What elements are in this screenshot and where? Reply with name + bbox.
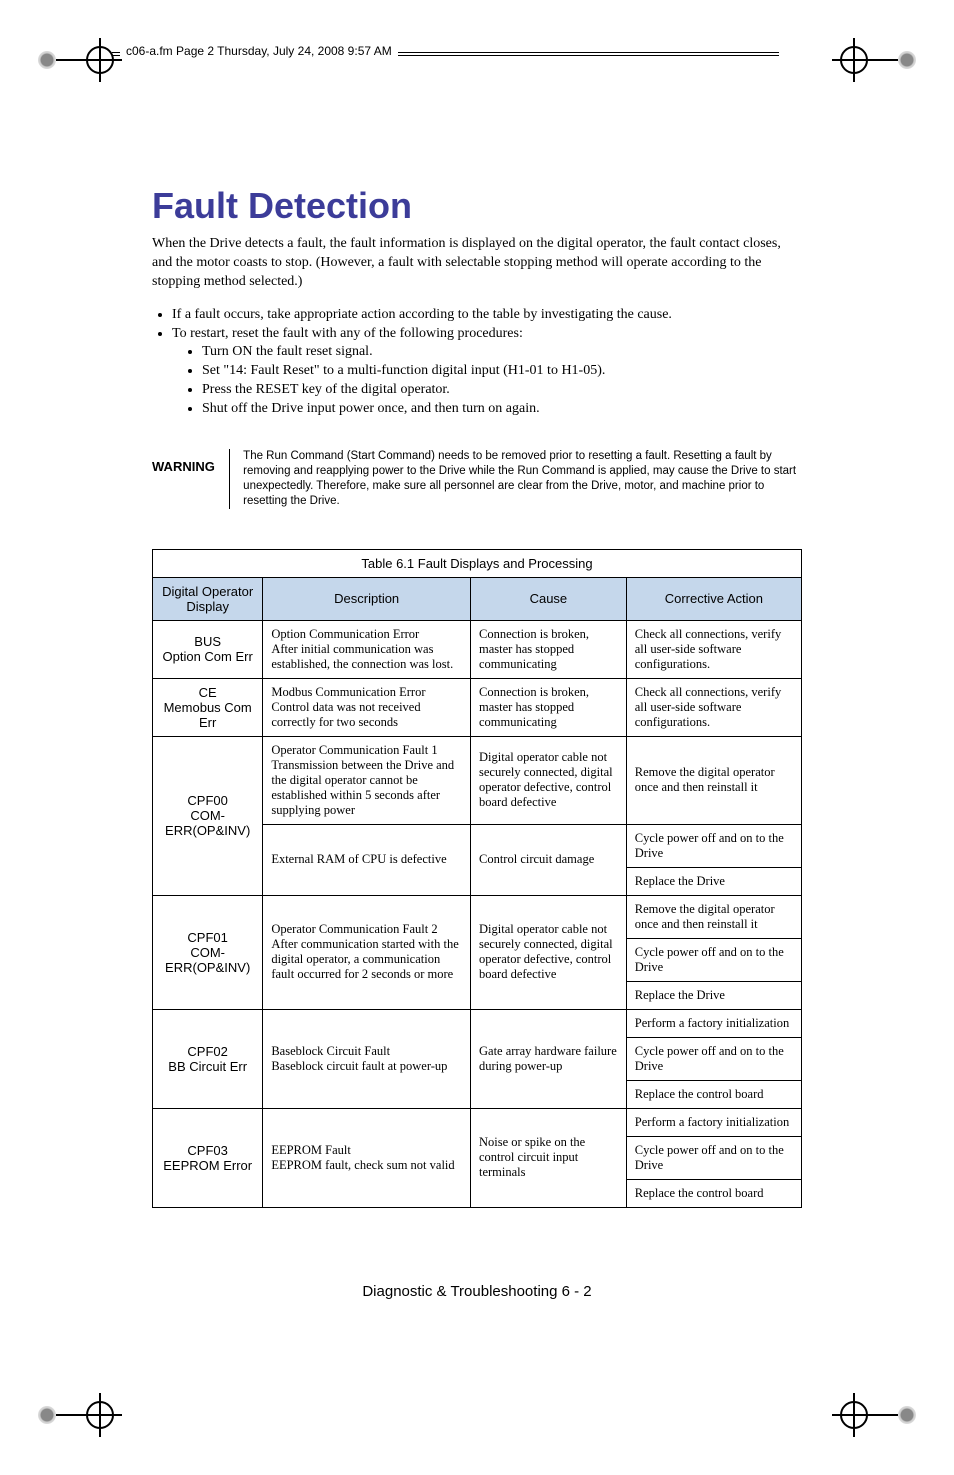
table-row: CPF02BB Circuit Err Baseblock Circuit Fa… <box>153 1009 802 1037</box>
fault-code: CPF03EEPROM Error <box>153 1108 263 1207</box>
col-header: Description <box>263 577 471 620</box>
fault-table: Table 6.1 Fault Displays and Processing … <box>152 549 802 1208</box>
list-item: Shut off the Drive input power once, and… <box>202 400 802 419</box>
cell: Control circuit damage <box>471 824 627 895</box>
fault-code: CPF00COM-ERR(OP&INV) <box>153 736 263 895</box>
cell: EEPROM Fault EEPROM fault, check sum not… <box>263 1108 471 1207</box>
cell: Replace the Drive <box>626 867 801 895</box>
list-item: If a fault occurs, take appropriate acti… <box>172 306 802 325</box>
cell: Cycle power off and on to the Drive <box>626 1136 801 1179</box>
warning-label: WARNING <box>152 449 215 474</box>
header-text: c06-a.fm Page 2 Thursday, July 24, 2008 … <box>120 44 398 58</box>
fault-code: BUSOption Com Err <box>153 620 263 678</box>
cell: Check all connections, verify all user-s… <box>626 620 801 678</box>
cell: Option Communication Error After initial… <box>263 620 471 678</box>
table-header-row: Digital Operator Display Description Cau… <box>153 577 802 620</box>
cell: Gate array hardware failure during power… <box>471 1009 627 1108</box>
cell: Baseblock Circuit Fault Baseblock circui… <box>263 1009 471 1108</box>
list-item: Turn ON the fault reset signal. <box>202 343 802 362</box>
cell: Replace the control board <box>626 1179 801 1207</box>
warning-text: The Run Command (Start Command) needs to… <box>243 449 802 509</box>
cell: Check all connections, verify all user-s… <box>626 678 801 736</box>
cell: Digital operator cable not securely conn… <box>471 736 627 824</box>
cell: Cycle power off and on to the Drive <box>626 824 801 867</box>
cell: Noise or spike on the control circuit in… <box>471 1108 627 1207</box>
page-title: Fault Detection <box>152 185 802 227</box>
table-row: CEMemobus Com Err Modbus Communication E… <box>153 678 802 736</box>
fault-code: CEMemobus Com Err <box>153 678 263 736</box>
cell: Replace the Drive <box>626 981 801 1009</box>
list-item: To restart, reset the fault with any of … <box>172 325 802 419</box>
content: Fault Detection When the Drive detects a… <box>152 185 802 1208</box>
bullet-list: If a fault occurs, take appropriate acti… <box>152 306 802 419</box>
cell: External RAM of CPU is defective <box>263 824 471 895</box>
warning-box: WARNING The Run Command (Start Command) … <box>152 449 802 509</box>
table-row: BUSOption Com Err Option Communication E… <box>153 620 802 678</box>
crop-mark-br <box>832 1393 916 1437</box>
sub-list: Turn ON the fault reset signal. Set "14:… <box>172 343 802 419</box>
cell: Operator Communication Fault 1 Transmiss… <box>263 736 471 824</box>
table-row: CPF03EEPROM Error EEPROM Fault EEPROM fa… <box>153 1108 802 1136</box>
crop-mark-bl <box>38 1393 122 1437</box>
table-row: CPF01COM-ERR(OP&INV) Operator Communicat… <box>153 895 802 938</box>
col-header: Cause <box>471 577 627 620</box>
cell: Remove the digital operator once and the… <box>626 736 801 824</box>
table-caption: Table 6.1 Fault Displays and Processing <box>153 549 802 577</box>
list-item: Set "14: Fault Reset" to a multi-functio… <box>202 362 802 381</box>
fault-code: CPF01COM-ERR(OP&INV) <box>153 895 263 1009</box>
page: c06-a.fm Page 2 Thursday, July 24, 2008 … <box>0 0 954 1475</box>
cell: Cycle power off and on to the Drive <box>626 1037 801 1080</box>
intro-text: When the Drive detects a fault, the faul… <box>152 235 802 292</box>
crop-mark-tr <box>832 38 916 82</box>
page-footer: Diagnostic & Troubleshooting 6 - 2 <box>0 1283 954 1300</box>
cell: Digital operator cable not securely conn… <box>471 895 627 1009</box>
cell: Replace the control board <box>626 1080 801 1108</box>
cell: Perform a factory initialization <box>626 1009 801 1037</box>
col-header: Corrective Action <box>626 577 801 620</box>
fault-code: CPF02BB Circuit Err <box>153 1009 263 1108</box>
list-item-label: To restart, reset the fault with any of … <box>172 326 523 341</box>
cell: Connection is broken, master has stopped… <box>471 678 627 736</box>
cell: Operator Communication Fault 2 After com… <box>263 895 471 1009</box>
list-item: Press the RESET key of the digital opera… <box>202 381 802 400</box>
col-header: Digital Operator Display <box>153 577 263 620</box>
table-row: CPF00COM-ERR(OP&INV) Operator Communicat… <box>153 736 802 824</box>
crop-mark-tl <box>38 38 122 82</box>
table-caption-row: Table 6.1 Fault Displays and Processing <box>153 549 802 577</box>
cell: Perform a factory initialization <box>626 1108 801 1136</box>
cell: Cycle power off and on to the Drive <box>626 938 801 981</box>
cell: Connection is broken, master has stopped… <box>471 620 627 678</box>
cell: Remove the digital operator once and the… <box>626 895 801 938</box>
cell: Modbus Communication Error Control data … <box>263 678 471 736</box>
